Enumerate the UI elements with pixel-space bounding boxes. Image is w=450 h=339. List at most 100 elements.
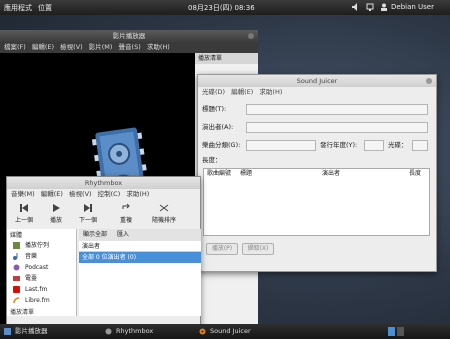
places-menu[interactable]: 位置 — [38, 3, 52, 13]
playlist-sidebar-title[interactable]: 播放清單 — [195, 53, 258, 64]
movie-player-titlebar[interactable]: 影片播放器 — [0, 30, 258, 42]
extract-button[interactable]: 擷取(X) — [242, 243, 274, 255]
previous-label: 上一個 — [14, 217, 33, 224]
source-label: 播放佇列 — [25, 242, 50, 249]
library-browser: 顯示全部 匯入 演出者 全部 0 位演出者 (0) — [79, 229, 201, 316]
menu-help[interactable]: 求助(H) — [147, 42, 170, 53]
repeat-button[interactable]: 重複 — [111, 201, 141, 224]
lastfm-icon — [13, 286, 20, 293]
desktop: 應用程式 位置 08月23日(四) 08:36 Debian User 影片播放… — [0, 0, 450, 339]
tab-show-all[interactable]: 顯示全部 — [79, 229, 111, 241]
artist-column-header[interactable]: 演出者 — [79, 241, 201, 252]
user-icon — [381, 3, 387, 11]
source-list: 媒體 播放佇列 音樂 Podcast 電臺 Last.fm Libre.fm 播… — [7, 229, 77, 316]
next-button[interactable]: 下一個 — [73, 201, 103, 224]
year-label: 發行年度(Y): — [320, 141, 358, 149]
menu-view[interactable]: 檢視(V) — [60, 42, 83, 53]
close-icon[interactable] — [248, 33, 254, 39]
next-label: 下一個 — [78, 217, 97, 224]
close-icon[interactable] — [426, 78, 432, 84]
rhythmbox-icon — [105, 328, 112, 335]
playlists-header: 播放清單 — [10, 309, 35, 316]
source-lastfm[interactable]: Last.fm — [7, 284, 76, 295]
genre-label: 樂曲分類(G): — [202, 141, 241, 149]
source-label: Libre.fm — [25, 297, 50, 304]
menubar: 光碟(D) 編輯(E) 求助(H) — [198, 87, 436, 98]
task-label: Sound Juicer — [210, 327, 251, 335]
task-label: Rhythmbox — [116, 327, 154, 335]
menu-control[interactable]: 控制(C) — [98, 189, 121, 200]
column-track-number[interactable]: 歌曲編號 — [207, 169, 231, 179]
top-panel: 應用程式 位置 08月23日(四) 08:36 Debian User — [0, 0, 450, 15]
rhythmbox-titlebar[interactable]: Rhythmbox — [7, 177, 200, 189]
menu-help[interactable]: 求助(H) — [259, 87, 282, 98]
menu-sound[interactable]: 聲音(S) — [119, 42, 141, 53]
source-librefm[interactable]: Libre.fm — [7, 295, 76, 306]
year-field[interactable] — [364, 140, 384, 151]
rhythmbox-window: Rhythmbox 音樂(M) 編輯(E) 檢視(V) 控制(C) 求助(H) … — [6, 176, 201, 326]
artist-field[interactable] — [246, 122, 428, 133]
genre-field[interactable] — [246, 140, 316, 151]
disc-number-field[interactable] — [412, 140, 428, 151]
title-field[interactable] — [246, 104, 428, 115]
menu-help[interactable]: 求助(H) — [126, 189, 149, 200]
sound-juicer-window: Sound Juicer 光碟(D) 編輯(E) 求助(H) 標題(T): 演出… — [197, 74, 437, 272]
menu-disc[interactable]: 光碟(D) — [202, 87, 225, 98]
previous-icon — [20, 204, 28, 212]
previous-button[interactable]: 上一個 — [9, 201, 39, 224]
window-title: 影片播放器 — [112, 32, 146, 40]
menu-movie[interactable]: 影片(M) — [89, 42, 113, 53]
source-label: Podcast — [25, 264, 49, 271]
taskbar-rhythmbox[interactable]: Rhythmbox — [104, 326, 184, 337]
menubar: 檔案(F) 編輯(E) 檢視(V) 影片(M) 聲音(S) 求助(H) — [0, 42, 258, 53]
play-button[interactable]: 播放(P) — [206, 243, 238, 255]
source-music[interactable]: 音樂 — [7, 251, 76, 262]
window-title: Sound Juicer — [296, 77, 338, 85]
menu-music[interactable]: 音樂(M) — [11, 189, 35, 200]
sources-header: 媒體 — [10, 232, 23, 239]
taskbar-sound-juicer[interactable]: Sound Juicer — [198, 326, 282, 337]
play-button[interactable]: 播放 — [41, 201, 71, 224]
toolbar: 上一個 播放 下一個 重複 隨機排序 — [7, 201, 200, 229]
network-icon[interactable] — [366, 3, 374, 11]
source-radio[interactable]: 電臺 — [7, 273, 76, 284]
next-icon — [84, 204, 92, 212]
title-label: 標題(T): — [202, 105, 227, 113]
column-artist[interactable]: 演出者 — [322, 169, 340, 179]
shuffle-button[interactable]: 隨機排序 — [145, 201, 183, 224]
artist-label: 演出者(A): — [202, 123, 234, 131]
shuffle-icon — [159, 204, 169, 212]
window-title: Rhythmbox — [84, 179, 123, 187]
artist-row-selected[interactable]: 全部 0 位演出者 (0) — [79, 252, 201, 263]
shuffle-label: 隨機排序 — [151, 217, 176, 224]
bottom-panel: 影片播放器 Rhythmbox Sound Juicer — [0, 324, 450, 339]
browser-tabs: 顯示全部 匯入 — [79, 229, 201, 241]
podcast-icon — [13, 264, 20, 271]
source-label: 音樂 — [25, 253, 38, 260]
source-podcast[interactable]: Podcast — [7, 262, 76, 273]
film-icon — [4, 328, 11, 335]
menu-edit[interactable]: 編輯(E) — [41, 189, 63, 200]
menu-file[interactable]: 檔案(F) — [4, 42, 26, 53]
repeat-icon — [122, 203, 130, 209]
applications-menu[interactable]: 應用程式 — [4, 3, 32, 13]
radio-icon — [13, 276, 20, 281]
taskbar-movie-player[interactable]: 影片播放器 — [3, 326, 83, 337]
column-title[interactable]: 標題 — [240, 169, 252, 179]
volume-icon[interactable] — [352, 3, 360, 11]
workspace-switcher-icon[interactable] — [388, 327, 404, 336]
play-icon — [53, 204, 60, 212]
source-label: Last.fm — [25, 286, 48, 293]
menu-view[interactable]: 檢視(V) — [69, 189, 92, 200]
user-menu[interactable]: Debian User — [391, 3, 434, 11]
column-duration[interactable]: 長度 — [409, 169, 421, 179]
tab-import[interactable]: 匯入 — [113, 229, 133, 241]
track-table[interactable]: 歌曲編號 標題 演出者 長度 — [203, 168, 430, 236]
source-play-queue[interactable]: 播放佇列 — [7, 240, 76, 251]
clock[interactable]: 08月23日(四) 08:36 — [188, 3, 255, 13]
menu-edit[interactable]: 編輯(E) — [231, 87, 253, 98]
repeat-label: 重複 — [119, 217, 132, 224]
menu-edit[interactable]: 編輯(E) — [32, 42, 54, 53]
sound-juicer-titlebar[interactable]: Sound Juicer — [198, 75, 436, 87]
music-note-icon — [13, 253, 18, 260]
